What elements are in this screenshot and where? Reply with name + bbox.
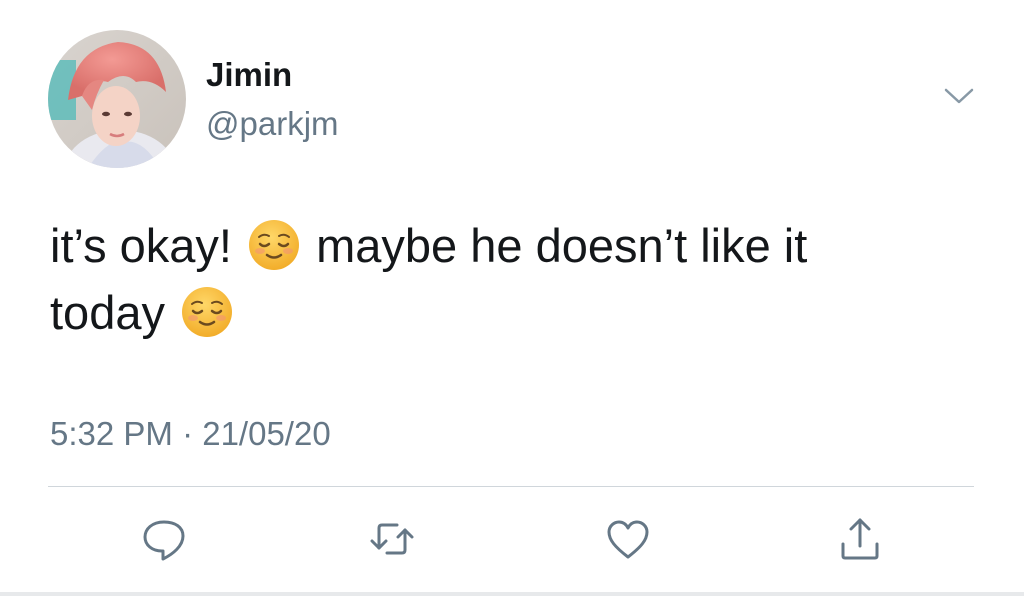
display-name[interactable]: Jimin: [206, 56, 292, 94]
tweet-text-part: maybe he doesn’t like it: [316, 219, 808, 272]
reply-button[interactable]: [137, 514, 191, 564]
retweet-icon: [370, 523, 414, 555]
tweet-timestamp[interactable]: 5:32 PM · 21/05/20: [50, 414, 331, 454]
share-icon: [841, 518, 879, 560]
avatar[interactable]: [48, 30, 186, 168]
like-button[interactable]: [601, 514, 655, 564]
relieved-face-emoji-icon: [180, 285, 234, 339]
bottom-separator: [0, 592, 1024, 596]
tweet-text-part: it’s okay!: [50, 219, 232, 272]
relieved-face-emoji-icon: [247, 218, 301, 272]
profile-photo-icon: [48, 30, 186, 168]
tweet-text-part: today: [50, 286, 165, 339]
heart-icon: [607, 520, 649, 559]
retweet-button[interactable]: [365, 514, 419, 564]
share-button[interactable]: [833, 514, 887, 564]
tweet-text: it’s okay! maybe he doesn’t like it toda…: [50, 212, 980, 346]
user-handle[interactable]: @parkjm: [206, 104, 339, 144]
divider: [48, 486, 974, 487]
reply-icon: [143, 520, 185, 561]
chevron-down-icon[interactable]: [942, 84, 976, 108]
